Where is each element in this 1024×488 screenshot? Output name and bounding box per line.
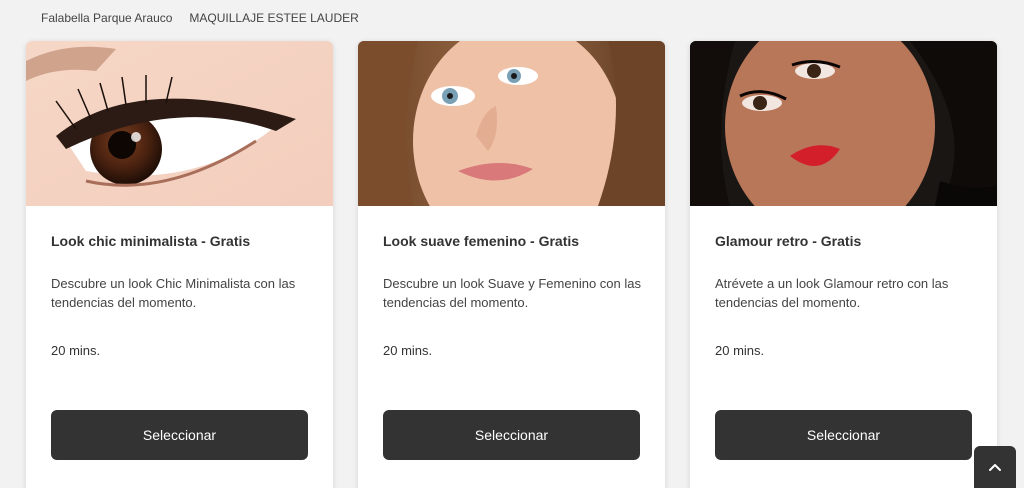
service-card: Glamour retro - Gratis Atrévete a un loo…: [690, 41, 997, 488]
card-description: Descubre un look Chic Minimalista con la…: [51, 276, 296, 310]
service-cards: Look chic minimalista - Gratis Descubre …: [26, 41, 997, 488]
card-duration: 20 mins.: [383, 343, 433, 358]
eye-makeup-image: [26, 41, 333, 206]
card-title: Look suave femenino - Gratis: [383, 233, 580, 249]
soft-look-model-image: [358, 41, 665, 206]
service-card: Look suave femenino - Gratis Descubre un…: [358, 41, 665, 488]
card-description: Atrévete a un look Glamour retro con las…: [715, 276, 949, 310]
breadcrumb-store[interactable]: Falabella Parque Arauco: [41, 11, 172, 25]
card-title: Look chic minimalista - Gratis: [51, 233, 251, 249]
back-to-top-button[interactable]: [974, 446, 1016, 488]
service-card: Look chic minimalista - Gratis Descubre …: [26, 41, 333, 488]
select-button[interactable]: Seleccionar: [383, 410, 640, 460]
card-description: Descubre un look Suave y Femenino con la…: [383, 276, 641, 310]
card-duration: 20 mins.: [715, 343, 765, 358]
chevron-up-icon: [989, 464, 1001, 471]
card-title: Glamour retro - Gratis: [715, 233, 862, 249]
breadcrumb: Falabella Parque Arauco MAQUILLAJE ESTEE…: [41, 11, 359, 25]
card-duration: 20 mins.: [51, 343, 101, 358]
breadcrumb-category[interactable]: MAQUILLAJE ESTEE LAUDER: [189, 11, 358, 25]
glamour-retro-model-image: [690, 41, 997, 206]
select-button[interactable]: Seleccionar: [51, 410, 308, 460]
select-button[interactable]: Seleccionar: [715, 410, 972, 460]
